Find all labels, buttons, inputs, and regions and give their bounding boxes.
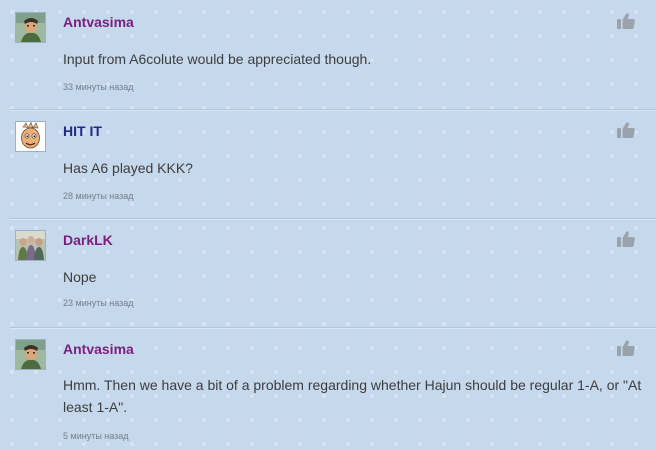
like-button[interactable] bbox=[616, 121, 636, 139]
like-button[interactable] bbox=[616, 339, 636, 357]
timestamp[interactable]: 28 минуты назад bbox=[63, 191, 134, 202]
comment-text: Hmm. Then we have a bit of a problem reg… bbox=[63, 377, 642, 415]
like-button[interactable] bbox=[616, 12, 636, 30]
thumbs-up-icon bbox=[617, 122, 635, 138]
timestamp[interactable]: 5 минуты назад bbox=[63, 431, 129, 442]
thumbs-up-icon bbox=[617, 231, 635, 247]
author-name[interactable]: HIT IT bbox=[63, 123, 102, 139]
author-name[interactable]: Antvasima bbox=[63, 341, 134, 357]
avatar[interactable] bbox=[15, 339, 46, 370]
timestamp[interactable]: 33 минуты назад bbox=[63, 82, 134, 93]
avatar[interactable] bbox=[15, 12, 46, 43]
cartoon-face-avatar-icon bbox=[16, 122, 45, 151]
comment: Antvasima Input from A6colute would be a… bbox=[0, 0, 656, 109]
character-avatar-icon bbox=[16, 13, 45, 42]
thumbs-up-icon bbox=[617, 340, 635, 356]
group-avatar-icon bbox=[16, 231, 45, 260]
timestamp[interactable]: 23 минуты назад bbox=[63, 298, 134, 309]
comment-text: Input from A6colute would be appreciated… bbox=[63, 51, 372, 67]
character-avatar-icon bbox=[16, 340, 45, 369]
comment-text: Nope bbox=[63, 269, 97, 285]
comment-text: Has A6 played KKK? bbox=[63, 160, 193, 176]
comment: HIT IT Has A6 played KKK? 28 минуты наза… bbox=[0, 109, 656, 218]
comment: DarkLK Nope 23 минуты назад bbox=[0, 218, 656, 327]
thumbs-up-icon bbox=[617, 13, 635, 29]
author-name[interactable]: DarkLK bbox=[63, 232, 113, 248]
author-name[interactable]: Antvasima bbox=[63, 14, 134, 30]
avatar[interactable] bbox=[15, 230, 46, 261]
comment: Antvasima Hmm. Then we have a bit of a p… bbox=[0, 327, 656, 450]
avatar[interactable] bbox=[15, 121, 46, 152]
like-button[interactable] bbox=[616, 230, 636, 248]
